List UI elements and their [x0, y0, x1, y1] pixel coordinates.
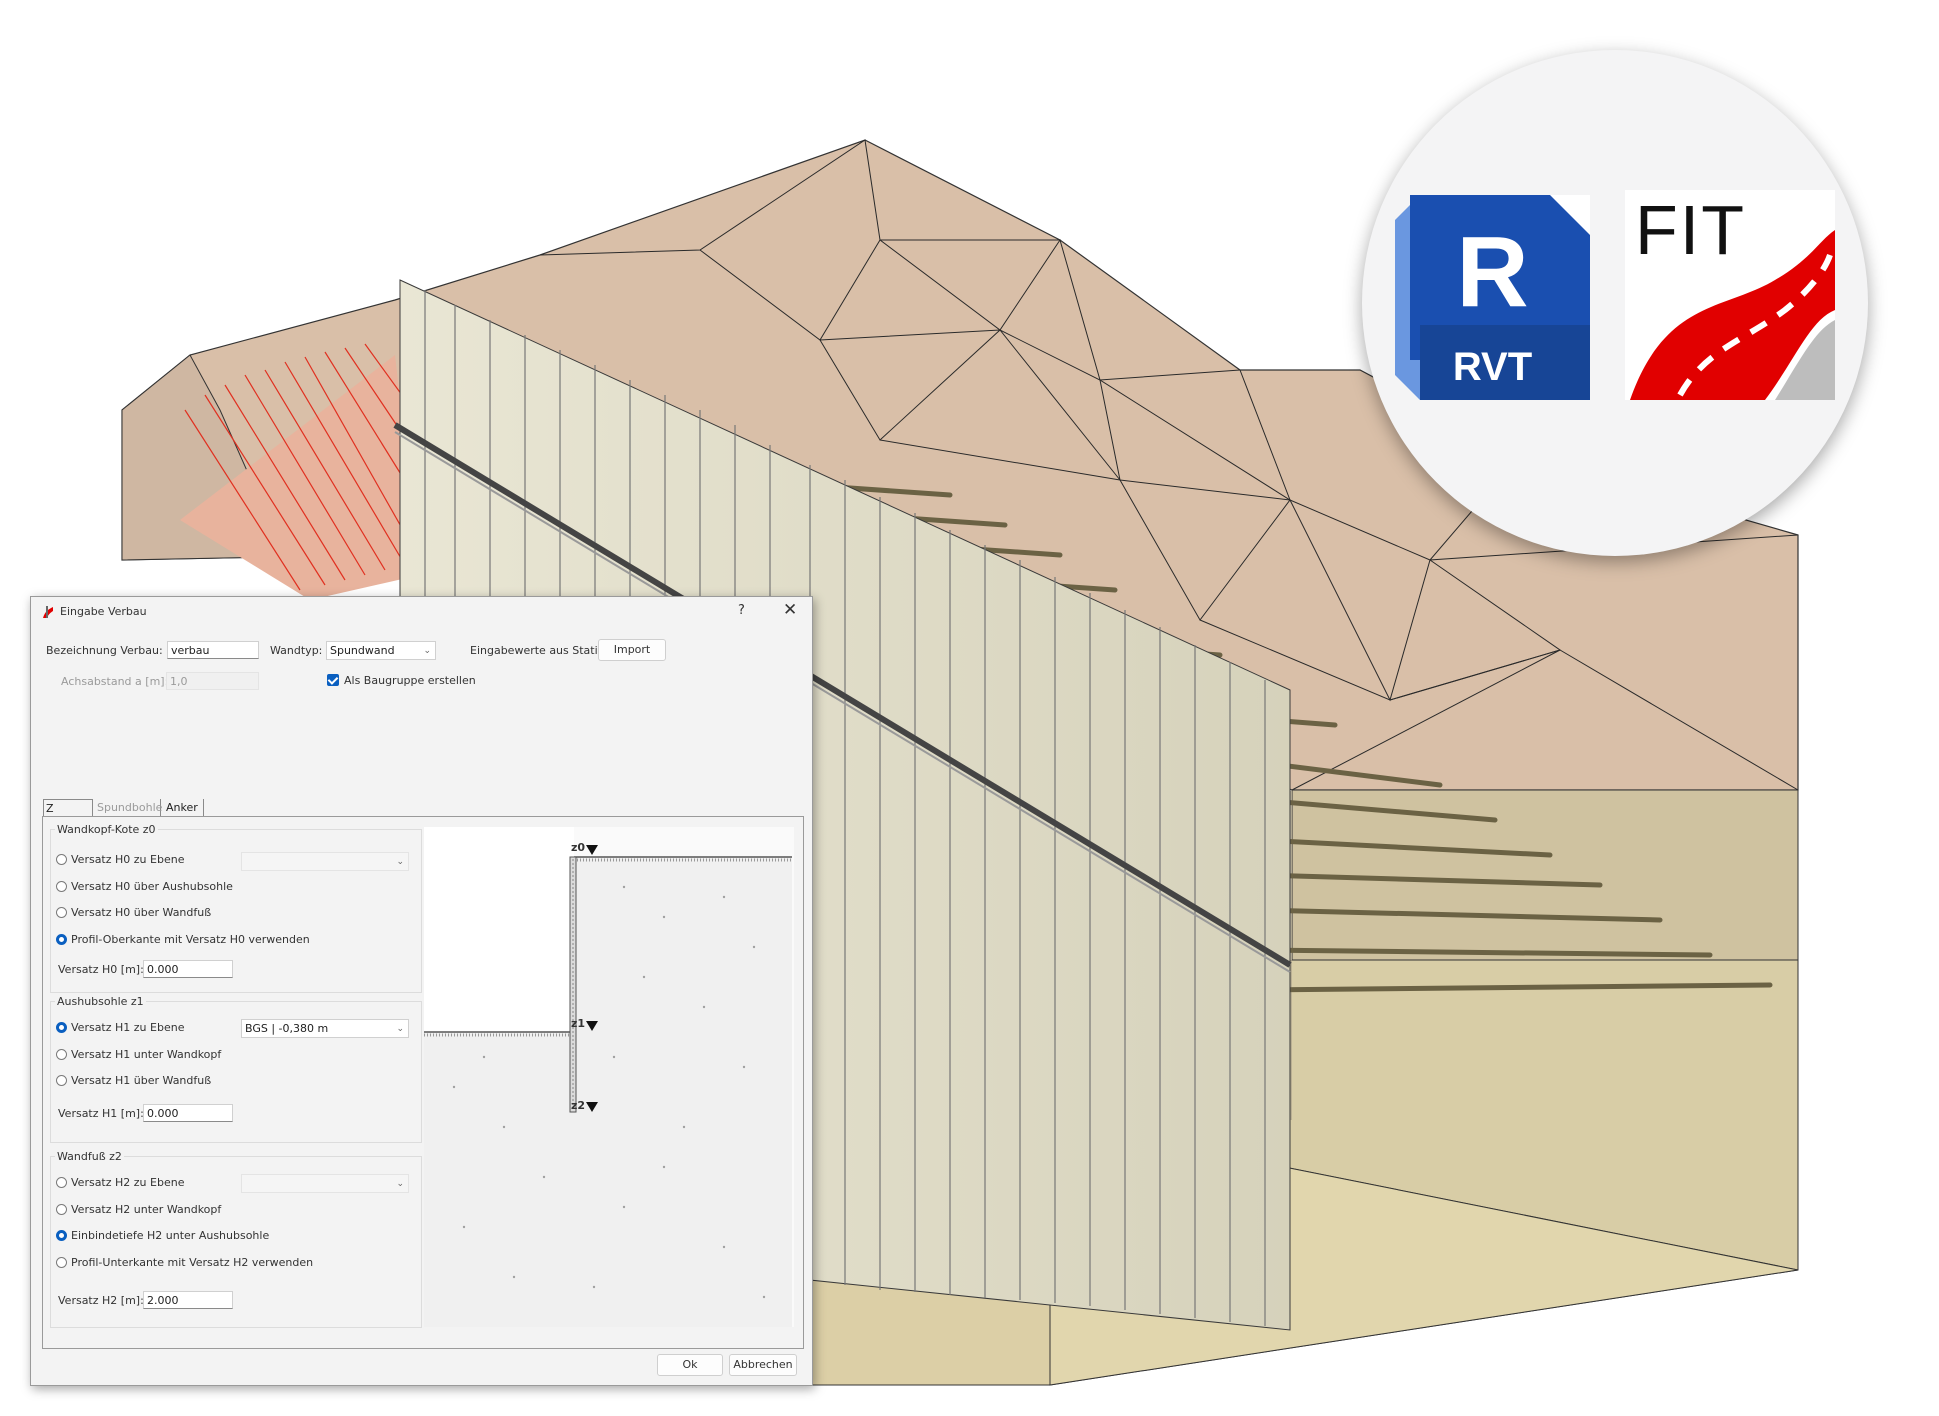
radio-h0-ebene[interactable] — [56, 854, 67, 865]
radio-h2-profil-unterkante[interactable] — [56, 1257, 67, 1268]
radio-h2-ebene[interactable] — [56, 1177, 67, 1188]
option-h1-wandfuss: Versatz H1 über Wandfuß — [71, 1074, 212, 1087]
radio-h2-einbindetiefe[interactable] — [56, 1230, 67, 1241]
revit-logo-letter: R — [1456, 216, 1529, 328]
group-title-z1: Aushubsohle z1 — [55, 995, 146, 1008]
option-h0-aushubsohle: Versatz H0 über Aushubsohle — [71, 880, 233, 893]
option-h2-profil-unterkante: Profil-Unterkante mit Versatz H2 verwend… — [71, 1256, 314, 1269]
tab-z-hoehen[interactable]: Z Höhen — [43, 799, 93, 833]
radio-h1-wandkopf[interactable] — [56, 1049, 67, 1060]
z0-ebene-select[interactable]: ⌄ — [241, 852, 409, 871]
versatz-h2-input[interactable]: 2.000 — [143, 1291, 233, 1309]
option-h2-ebene: Versatz H2 zu Ebene — [71, 1176, 185, 1189]
wandtyp-value: Spundwand — [330, 644, 395, 657]
radio-h0-wandfuss[interactable] — [56, 907, 67, 918]
versatz-h1-label: Versatz H1 [m]: — [58, 1107, 144, 1120]
import-button[interactable]: Import — [598, 639, 666, 661]
group-wandkopf-z0: Wandkopf-Kote z0 Versatz H0 zu Ebene ⌄ V… — [50, 823, 422, 993]
eingabe-verbau-dialog: Eingabe Verbau ? ✕ Bezeichnung Verbau: v… — [30, 596, 813, 1386]
revit-logo: R RVT — [1395, 195, 1590, 400]
dialog-title: Eingabe Verbau — [60, 605, 147, 618]
dialog-titlebar: Eingabe Verbau ? ✕ — [31, 597, 812, 627]
wandtyp-label: Wandtyp: — [270, 644, 323, 657]
z1-ebene-select[interactable]: BGS | -0,380 m ⌄ — [241, 1019, 409, 1038]
group-aushubsohle-z1: Aushubsohle z1 Versatz H1 zu Ebene BGS |… — [50, 995, 422, 1143]
option-h1-ebene: Versatz H1 zu Ebene — [71, 1021, 185, 1034]
revit-logo-label: RVT — [1452, 345, 1533, 389]
baugruppe-checkbox[interactable] — [327, 674, 339, 686]
help-button[interactable]: ? — [738, 603, 745, 618]
versatz-h0-label: Versatz H0 [m]: — [58, 963, 144, 976]
versatz-h2-label: Versatz H2 [m]: — [58, 1294, 144, 1307]
app-icon — [43, 606, 53, 618]
preview-label-z0: z0 — [571, 841, 586, 854]
chevron-down-icon: ⌄ — [396, 1179, 404, 1189]
bezeichnung-label: Bezeichnung Verbau: — [46, 644, 163, 657]
close-button[interactable]: ✕ — [783, 600, 797, 620]
group-wandfuss-z2: Wandfuß z2 Versatz H2 zu Ebene ⌄ Versatz… — [50, 1150, 422, 1328]
chevron-down-icon: ⌄ — [423, 646, 431, 656]
tab-anker[interactable]: Anker — [164, 799, 204, 817]
preview-diagram — [424, 827, 794, 1327]
z-hoehen-preview: z0 z1 z2 — [424, 827, 794, 1327]
chevron-down-icon: ⌄ — [396, 857, 404, 867]
z1-ebene-value: BGS | -0,380 m — [245, 1022, 329, 1035]
versatz-h0-input[interactable]: 0.000 — [143, 960, 233, 978]
ok-button[interactable]: Ok — [657, 1354, 723, 1376]
wandtyp-select[interactable]: Spundwand ⌄ — [326, 641, 436, 660]
radio-h2-wandkopf[interactable] — [56, 1204, 67, 1215]
fit-logo: FIT — [1625, 190, 1835, 400]
chevron-down-icon: ⌄ — [396, 1024, 404, 1034]
preview-label-z2: z2 — [571, 1099, 586, 1112]
option-h2-wandkopf: Versatz H2 unter Wandkopf — [71, 1203, 222, 1216]
option-h2-einbindetiefe: Einbindetiefe H2 unter Aushubsohle — [71, 1229, 270, 1242]
fit-logo-text: FIT — [1635, 191, 1746, 269]
abbrechen-button[interactable]: Abbrechen — [729, 1354, 797, 1376]
group-title-z0: Wandkopf-Kote z0 — [55, 823, 158, 836]
group-title-z2: Wandfuß z2 — [55, 1150, 124, 1163]
preview-label-z1: z1 — [571, 1017, 586, 1030]
statik-label: Eingabewerte aus Statik: — [470, 644, 608, 657]
option-h1-wandkopf: Versatz H1 unter Wandkopf — [71, 1048, 222, 1061]
option-h0-wandfuss: Versatz H0 über Wandfuß — [71, 906, 212, 919]
tab-spundbohle[interactable]: Spundbohle — [95, 799, 162, 817]
option-h0-ebene: Versatz H0 zu Ebene — [71, 853, 185, 866]
radio-h0-aushubsohle[interactable] — [56, 881, 67, 892]
achsabstand-input[interactable]: 1,0 — [166, 672, 259, 690]
bezeichnung-input[interactable]: verbau — [167, 641, 259, 659]
achsabstand-label: Achsabstand a [m]: — [61, 675, 169, 688]
radio-h1-ebene[interactable] — [56, 1022, 67, 1033]
z2-ebene-select[interactable]: ⌄ — [241, 1174, 409, 1193]
radio-h0-profil-oberkante[interactable] — [56, 934, 67, 945]
option-h0-profil-oberkante: Profil-Oberkante mit Versatz H0 verwende… — [71, 933, 310, 946]
baugruppe-label: Als Baugruppe erstellen — [344, 674, 476, 687]
versatz-h1-input[interactable]: 0.000 — [143, 1104, 233, 1122]
radio-h1-wandfuss[interactable] — [56, 1075, 67, 1086]
